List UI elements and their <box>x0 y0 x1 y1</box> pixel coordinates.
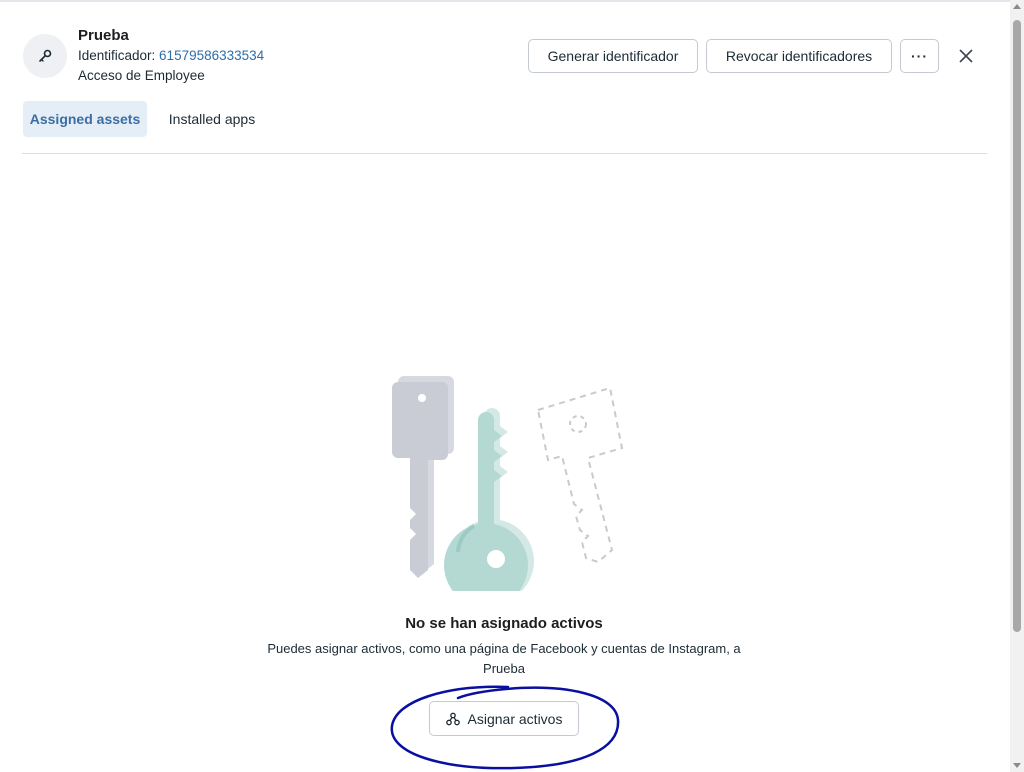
scroll-up-arrow-icon[interactable] <box>1013 4 1021 9</box>
key-icon <box>39 49 52 62</box>
tab-installed-apps[interactable]: Installed apps <box>160 101 264 137</box>
scrollbar-thumb[interactable] <box>1013 20 1021 632</box>
keys-illustration <box>392 376 624 591</box>
gray-key-icon <box>392 376 454 578</box>
more-options-button[interactable]: ··· <box>900 39 939 73</box>
user-id-value[interactable]: 61579586333534 <box>159 48 264 63</box>
avatar <box>23 34 67 78</box>
top-border <box>0 0 1010 2</box>
user-access-level: Acceso de Employee <box>78 68 205 83</box>
user-id: Identificador: 61579586333534 <box>78 48 264 63</box>
dashed-key-icon <box>536 386 624 564</box>
teal-key-icon <box>444 408 534 591</box>
tab-assigned-assets[interactable]: Assigned assets <box>23 101 147 137</box>
empty-state-title: No se han asignado activos <box>405 615 603 632</box>
hand-drawn-circle-annotation <box>390 685 620 770</box>
divider <box>22 153 987 154</box>
empty-state-description: Puedes asignar activos, como una página … <box>267 641 741 676</box>
scrollbar[interactable] <box>1010 0 1024 772</box>
revoke-identifiers-button[interactable]: Revocar identificadores <box>706 39 892 73</box>
close-icon[interactable] <box>956 46 976 66</box>
scroll-down-arrow-icon[interactable] <box>1013 763 1021 768</box>
user-name: Prueba <box>78 27 129 44</box>
user-id-label: Identificador: <box>78 48 160 63</box>
generate-identifier-button[interactable]: Generar identificador <box>528 39 698 73</box>
